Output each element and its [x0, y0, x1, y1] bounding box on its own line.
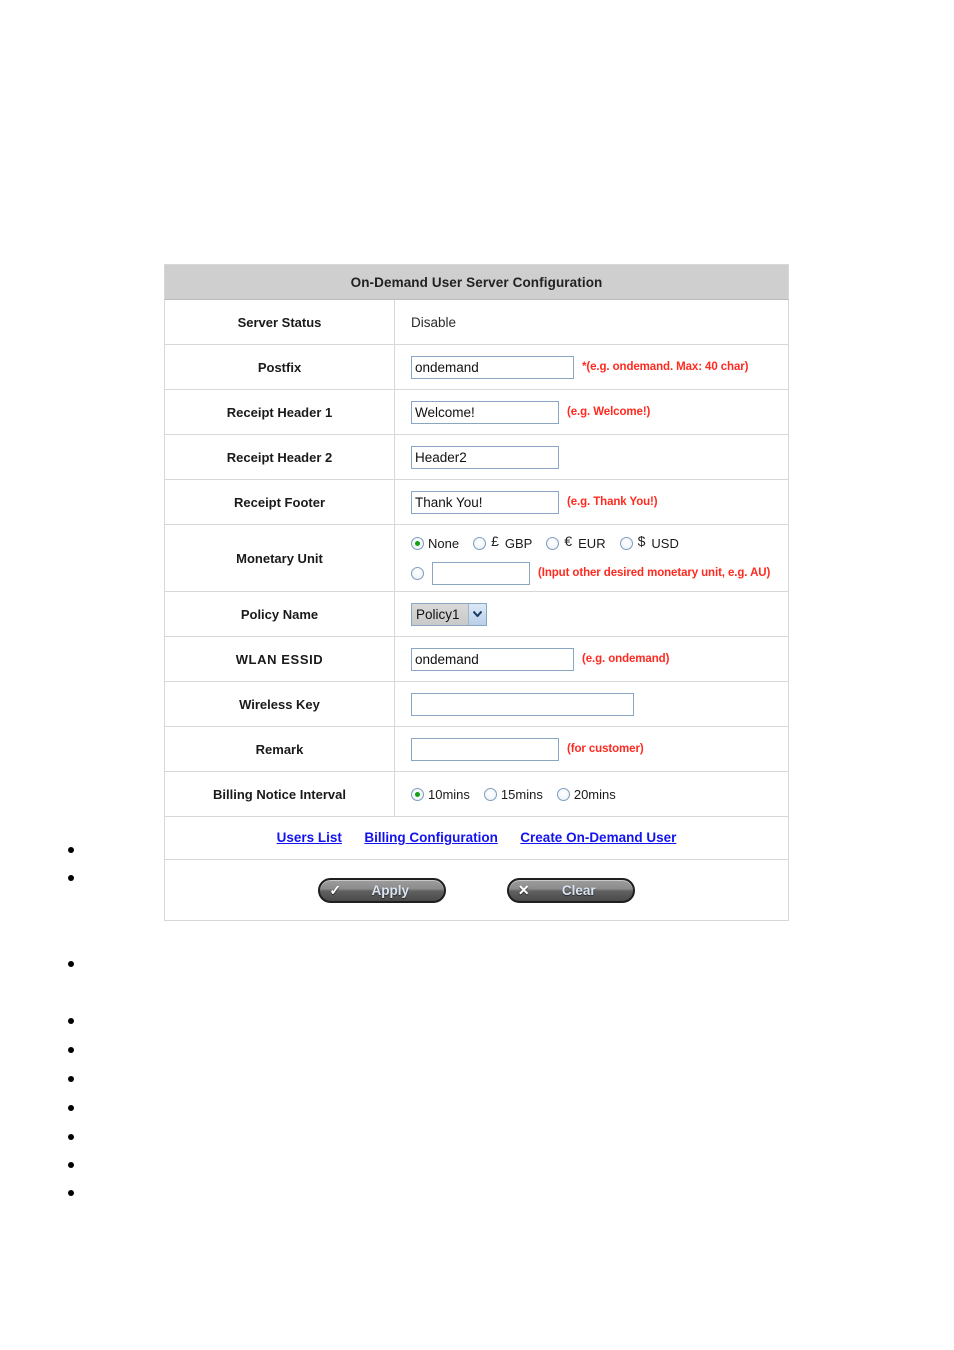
panel-title-row: On-Demand User Server Configuration — [164, 264, 789, 300]
list-bullet — [68, 1018, 74, 1024]
list-bullet — [68, 1190, 74, 1196]
postfix-hint: *(e.g. ondemand. Max: 40 char) — [582, 361, 749, 373]
list-bullet — [68, 847, 74, 853]
wlan-essid-hint: (e.g. ondemand) — [582, 653, 670, 665]
receipt-header-1-hint: (e.g. Welcome!) — [567, 406, 651, 418]
row-billing-notice-interval: Billing Notice Interval 10mins 15mins 20… — [164, 771, 789, 817]
dollar-symbol-icon: $ — [637, 533, 646, 549]
receipt-header-1-label: Receipt Header 1 — [164, 389, 395, 435]
receipt-header-2-label: Receipt Header 2 — [164, 434, 395, 480]
receipt-header-1-input[interactable] — [411, 400, 559, 424]
monetary-unit-value-cell: None £ GBP € EUR $ USD (Input other desi… — [394, 524, 789, 592]
wireless-key-value-cell — [394, 681, 789, 727]
wlan-essid-value-cell: (e.g. ondemand) — [394, 636, 789, 682]
policy-name-select[interactable]: Policy1 — [411, 602, 487, 626]
list-bullet — [68, 961, 74, 967]
billing-notice-interval-value-cell: 10mins 15mins 20mins — [394, 771, 789, 817]
row-remark: Remark (for customer) — [164, 726, 789, 772]
cross-icon: ✕ — [517, 881, 530, 898]
receipt-footer-hint: (e.g. Thank You!) — [567, 496, 658, 508]
billing-interval-radio-15mins[interactable] — [483, 787, 497, 801]
monetary-unit-custom-input[interactable] — [432, 561, 530, 585]
policy-name-label: Policy Name — [164, 591, 395, 637]
postfix-label: Postfix — [164, 344, 395, 390]
monetary-unit-radio-none[interactable] — [411, 536, 424, 550]
policy-name-value-cell: Policy1 — [394, 591, 789, 637]
monetary-unit-option-usd-label: USD — [651, 535, 679, 551]
wlan-essid-input[interactable] — [411, 647, 574, 671]
receipt-header-2-input[interactable] — [411, 445, 559, 469]
monetary-unit-option-eur-label: EUR — [578, 535, 606, 551]
billing-interval-label-15mins: 15mins — [500, 786, 543, 802]
row-postfix: Postfix *(e.g. ondemand. Max: 40 char) — [164, 344, 789, 390]
link-create-on-demand-user[interactable]: Create On-Demand User — [520, 830, 676, 845]
billing-interval-label-20mins: 20mins — [573, 786, 616, 802]
receipt-footer-input[interactable] — [411, 490, 559, 514]
list-bullet — [68, 1134, 74, 1140]
monetary-unit-radio-custom[interactable] — [411, 566, 424, 580]
monetary-unit-radio-gbp[interactable] — [473, 536, 487, 550]
buttons-cell: ✓ Apply ✕ Clear — [164, 859, 789, 921]
receipt-header-1-value-cell: (e.g. Welcome!) — [394, 389, 789, 435]
receipt-footer-value-cell: (e.g. Thank You!) — [394, 479, 789, 525]
chevron-down-icon — [467, 603, 486, 625]
billing-interval-label-10mins: 10mins — [428, 786, 470, 802]
on-demand-user-server-configuration-table: On-Demand User Server Configuration Serv… — [164, 264, 789, 921]
server-status-label: Server Status — [164, 299, 395, 345]
wlan-essid-label: WLAN ESSID — [164, 636, 395, 682]
postfix-value-cell: *(e.g. ondemand. Max: 40 char) — [394, 344, 789, 390]
panel-title: On-Demand User Server Configuration — [164, 264, 789, 300]
row-wireless-key: Wireless Key — [164, 681, 789, 727]
list-bullet — [68, 875, 74, 881]
billing-interval-radio-20mins[interactable] — [556, 787, 570, 801]
apply-button[interactable]: ✓ Apply — [318, 877, 447, 903]
postfix-input[interactable] — [411, 355, 574, 379]
server-status-value-cell: Disable — [394, 299, 789, 345]
monetary-unit-radio-usd[interactable] — [619, 536, 633, 550]
billing-interval-radio-10mins[interactable] — [411, 787, 424, 801]
remark-hint: (for customer) — [567, 743, 644, 755]
remark-value-cell: (for customer) — [394, 726, 789, 772]
monetary-unit-radio-eur[interactable] — [546, 536, 560, 550]
policy-name-selected-value: Policy1 — [412, 603, 468, 625]
list-bullet — [68, 1047, 74, 1053]
monetary-unit-label: Monetary Unit — [164, 524, 395, 592]
list-bullet — [68, 1105, 74, 1111]
clear-button-label: Clear — [561, 882, 596, 898]
remark-input[interactable] — [411, 737, 559, 761]
server-status-value: Disable — [411, 314, 457, 330]
links-row: Users List Billing Configuration Create … — [164, 816, 789, 860]
links-cell: Users List Billing Configuration Create … — [164, 816, 789, 860]
remark-label: Remark — [164, 726, 395, 772]
row-wlan-essid: WLAN ESSID (e.g. ondemand) — [164, 636, 789, 682]
list-bullet — [68, 1076, 74, 1082]
monetary-unit-option-none-label: None — [428, 535, 460, 551]
pound-symbol-icon: £ — [491, 533, 499, 549]
link-users-list[interactable]: Users List — [277, 830, 342, 845]
billing-notice-interval-label: Billing Notice Interval — [164, 771, 395, 817]
euro-symbol-icon: € — [564, 533, 573, 549]
monetary-unit-option-gbp-label: GBP — [504, 535, 533, 551]
row-receipt-header-1: Receipt Header 1 (e.g. Welcome!) — [164, 389, 789, 435]
clear-button[interactable]: ✕ Clear — [506, 877, 635, 903]
buttons-row: ✓ Apply ✕ Clear — [164, 859, 789, 921]
receipt-footer-label: Receipt Footer — [164, 479, 395, 525]
row-policy-name: Policy Name Policy1 — [164, 591, 789, 637]
link-billing-configuration[interactable]: Billing Configuration — [364, 830, 497, 845]
check-icon: ✓ — [329, 881, 342, 898]
row-receipt-footer: Receipt Footer (e.g. Thank You!) — [164, 479, 789, 525]
row-monetary-unit: Monetary Unit None £ GBP € EUR $ USD (In… — [164, 524, 789, 592]
receipt-header-2-value-cell — [394, 434, 789, 480]
row-server-status: Server Status Disable — [164, 299, 789, 345]
wireless-key-input[interactable] — [411, 692, 634, 716]
list-bullet — [68, 1162, 74, 1168]
row-receipt-header-2: Receipt Header 2 — [164, 434, 789, 480]
monetary-unit-custom-hint: (Input other desired monetary unit, e.g.… — [538, 567, 771, 579]
wireless-key-label: Wireless Key — [164, 681, 395, 727]
apply-button-label: Apply — [371, 882, 410, 898]
